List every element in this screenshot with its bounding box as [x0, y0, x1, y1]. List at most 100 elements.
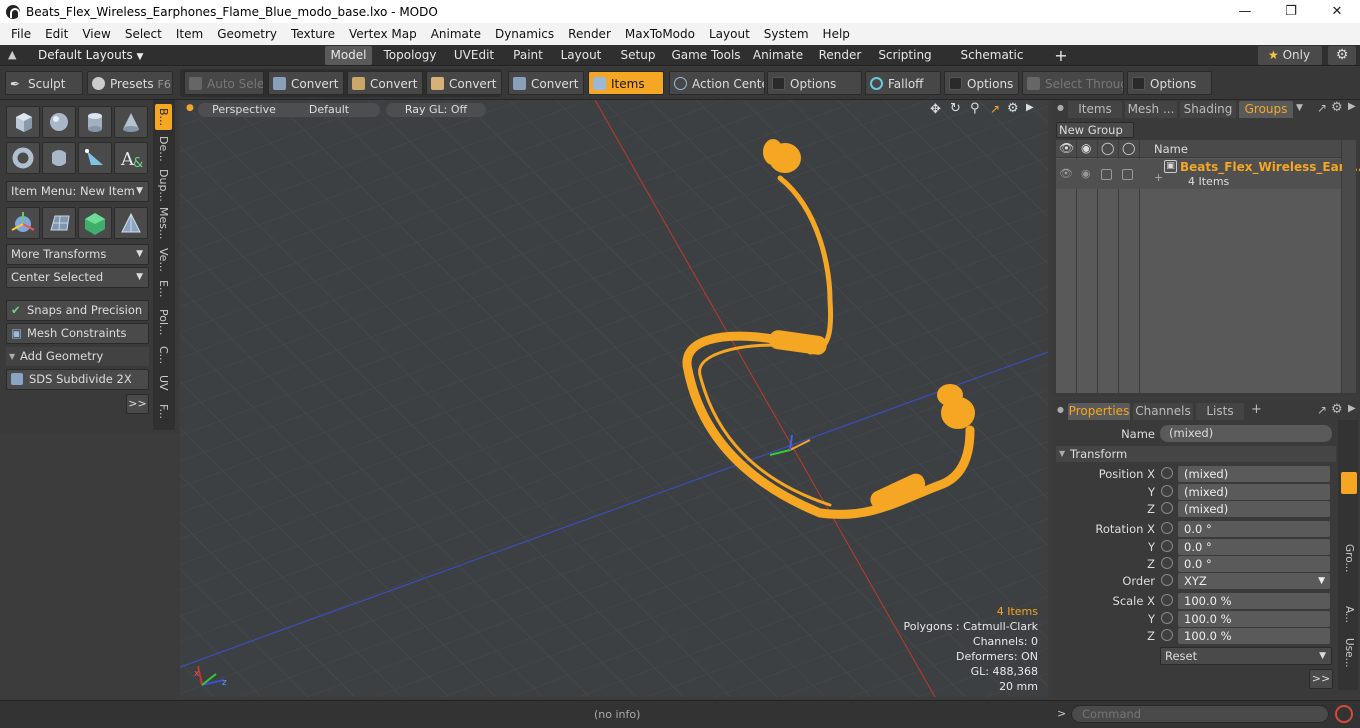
tab-topology[interactable]: Topology — [380, 46, 440, 65]
tab-duplicate[interactable]: Dup... — [155, 168, 172, 202]
add-tab-button[interactable]: + — [1251, 402, 1262, 417]
row-eye-icon[interactable]: 👁 — [1059, 167, 1073, 180]
grid-plane-icon[interactable] — [42, 207, 76, 239]
tab-items[interactable]: Items — [1068, 101, 1122, 118]
only-toggle[interactable]: ★ Only — [1258, 46, 1322, 65]
rotation-y-field[interactable]: 0.0 ° — [1178, 539, 1330, 555]
menu-render[interactable]: Render — [561, 27, 618, 41]
items-mode-button[interactable]: Items — [588, 71, 664, 95]
scale-y-animate-dot[interactable] — [1161, 612, 1173, 624]
rotation-x-field[interactable]: 0.0 ° — [1178, 521, 1330, 537]
gear-icon[interactable]: ⚙ — [1328, 46, 1356, 65]
sds-subdivide-button[interactable]: SDS Subdivide 2X — [6, 369, 149, 390]
side-tab-groups[interactable]: Gro... — [1341, 540, 1357, 576]
menu-vertex-map[interactable]: Vertex Map — [342, 27, 424, 41]
menu-layout[interactable]: Layout — [702, 27, 757, 41]
add-geometry-section[interactable]: ▼ Add Geometry — [6, 347, 149, 366]
menu-edit[interactable]: Edit — [38, 27, 75, 41]
mesh-constraints-button[interactable]: ▣ Mesh Constraints — [6, 323, 149, 344]
snaps-button[interactable]: ✔ Snaps and Precision — [6, 300, 149, 321]
menu-maxtomodo[interactable]: MaxToModo — [618, 27, 702, 41]
convert-edges-button[interactable]: Convert — [347, 71, 423, 95]
group-name[interactable]: Beats_Flex_Wireless_Ear ... — [1180, 160, 1360, 174]
rotate-view-icon[interactable]: ↻ — [950, 101, 961, 116]
position-y-animate-dot[interactable] — [1161, 485, 1173, 497]
transform-gizmo-icon[interactable] — [6, 207, 40, 239]
position-x-field[interactable]: (mixed) — [1178, 466, 1330, 482]
expand-plus-icon[interactable]: + — [1154, 171, 1163, 184]
minimize-button[interactable]: — — [1222, 0, 1268, 23]
menu-dynamics[interactable]: Dynamics — [488, 27, 561, 41]
order-dropdown[interactable]: XYZ ▼ — [1178, 573, 1330, 589]
tab-shading[interactable]: Shading — [1180, 101, 1236, 118]
tab-model[interactable]: Model — [325, 46, 372, 65]
cylinder-icon[interactable] — [78, 106, 112, 138]
group-list-scrollbar[interactable] — [1342, 140, 1356, 393]
fit-view-icon[interactable]: ↗ — [990, 102, 1000, 116]
scale-z-animate-dot[interactable] — [1161, 629, 1173, 641]
tab-vertex[interactable]: Ve... — [155, 246, 172, 274]
tab-lists[interactable]: Lists — [1196, 403, 1244, 420]
cone-icon[interactable] — [114, 106, 148, 138]
tab-mesh[interactable]: Mesh ... — [1125, 101, 1177, 118]
row-render-icon[interactable]: ◉ — [1081, 167, 1091, 180]
menu-view[interactable]: View — [75, 27, 117, 41]
close-button[interactable]: ✕ — [1314, 0, 1360, 23]
tab-render[interactable]: Render — [814, 46, 866, 65]
center-selected-dropdown[interactable]: Center Selected ▼ — [6, 267, 149, 288]
more-tools-button[interactable]: >> — [126, 394, 149, 414]
viewport-expand-icon[interactable]: ▶ — [1026, 102, 1034, 113]
select-through-options-button[interactable]: Options — [1127, 71, 1212, 95]
menu-animate[interactable]: Animate — [424, 27, 488, 41]
add-tab-button[interactable]: + — [1050, 46, 1072, 65]
side-tab-a[interactable]: A... — [1341, 605, 1357, 625]
3d-viewport[interactable]: x z — [180, 100, 1048, 697]
more-properties-button[interactable]: >> — [1309, 669, 1333, 689]
perspective-dropdown[interactable]: Perspective — [198, 103, 290, 117]
position-x-animate-dot[interactable] — [1161, 467, 1173, 479]
sculpt-button[interactable]: ✒ Sculpt — [5, 71, 83, 95]
panel-dot-icon[interactable]: ● — [1057, 405, 1064, 414]
tab-animate[interactable]: Animate — [750, 46, 806, 65]
expand-panel-icon[interactable]: ↗ — [1317, 101, 1327, 115]
default-layouts-dropdown[interactable]: Default Layouts ▼ — [38, 48, 143, 62]
tab-schematic-fusion[interactable]: Schematic Fusion — [942, 46, 1042, 81]
falloff-button[interactable]: Falloff — [865, 71, 941, 95]
maximize-button[interactable]: ❐ — [1268, 0, 1314, 23]
shading-default-dropdown[interactable]: Default — [278, 103, 380, 117]
action-center-options-button[interactable]: Options — [767, 71, 862, 95]
tab-channels[interactable]: Channels — [1133, 403, 1193, 420]
action-center-button[interactable]: Action Center — [669, 71, 765, 95]
torus-icon[interactable] — [6, 142, 40, 174]
cube-icon[interactable] — [6, 106, 40, 138]
tab-edge[interactable]: E... — [155, 278, 172, 300]
viewport-menu-dot-icon[interactable]: ● — [186, 103, 194, 113]
tab-setup[interactable]: Setup — [614, 46, 662, 65]
tab-game-tools[interactable]: Game Tools — [670, 46, 742, 65]
menu-texture[interactable]: Texture — [284, 27, 342, 41]
text-tool-icon[interactable]: A & — [114, 142, 148, 174]
menu-item[interactable]: Item — [169, 27, 210, 41]
convert-materials-button[interactable]: Convert — [508, 71, 584, 95]
menu-system[interactable]: System — [757, 27, 816, 41]
tab-scripting[interactable]: Scripting — [876, 46, 934, 65]
more-transforms-dropdown[interactable]: More Transforms ▼ — [6, 244, 149, 265]
tab-paint[interactable]: Paint — [508, 46, 548, 65]
rotation-z-field[interactable]: 0.0 ° — [1178, 556, 1330, 572]
menu-geometry[interactable]: Geometry — [210, 27, 284, 41]
cone-grid-icon[interactable] — [114, 207, 148, 239]
capsule-icon[interactable] — [42, 142, 76, 174]
scale-x-animate-dot[interactable] — [1161, 594, 1173, 606]
group-row[interactable]: 👁 ◉ + ▣ Beats_Flex_Wireless_Ear ... 4 It… — [1056, 159, 1360, 189]
rotation-z-animate-dot[interactable] — [1161, 557, 1173, 569]
rotation-y-animate-dot[interactable] — [1161, 540, 1173, 552]
row-lock-checkbox[interactable] — [1101, 169, 1112, 180]
tab-curve[interactable]: C... — [155, 342, 172, 368]
position-z-animate-dot[interactable] — [1161, 502, 1173, 514]
menu-file[interactable]: File — [4, 27, 38, 41]
tabs-dropdown-icon[interactable]: ▼ — [1296, 103, 1303, 113]
scale-z-field[interactable]: 100.0 % — [1178, 628, 1330, 644]
expand-panel-icon[interactable]: ↗ — [1317, 403, 1327, 417]
position-z-field[interactable]: (mixed) — [1178, 501, 1330, 517]
convert-vertices-button[interactable]: Convert — [268, 71, 344, 95]
